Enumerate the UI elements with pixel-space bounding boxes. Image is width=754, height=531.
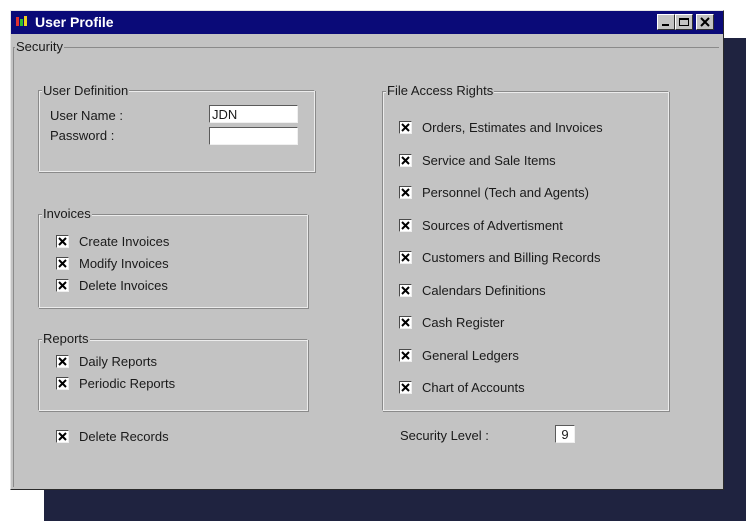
checkbox-label: Sources of Advertisment: [422, 217, 563, 233]
check-mark-icon: [401, 350, 410, 360]
checkbox-label: General Ledgers: [422, 347, 519, 363]
close-icon: [700, 17, 710, 27]
checkbox-label: Customers and Billing Records: [422, 250, 601, 265]
check-mark-icon: [58, 281, 67, 290]
security-level-input[interactable]: [555, 425, 575, 443]
checkbox-label: Cash Register: [422, 315, 505, 330]
checkbox-label: Periodic Reports: [79, 376, 176, 391]
check-mark-icon: [58, 357, 67, 366]
permission-checkbox[interactable]: Daily Reports: [56, 354, 157, 369]
permission-checkbox[interactable]: General Ledgers: [399, 348, 519, 363]
user-definition-label: User Definition: [42, 83, 130, 98]
permission-checkbox[interactable]: Create Invoices: [56, 234, 169, 249]
checkbox-label: Chart of Accounts: [422, 380, 525, 395]
permission-checkbox[interactable]: Service and Sale Items: [399, 153, 556, 168]
reports-label: Reports: [42, 331, 90, 346]
permission-checkbox[interactable]: Cash Register: [399, 315, 504, 330]
user-name-input[interactable]: [209, 105, 298, 123]
check-mark-icon: [401, 155, 410, 165]
checkbox-label: Create Invoices: [79, 234, 170, 249]
minimize-icon: [662, 24, 669, 26]
delete-records-checkbox[interactable]: Delete Records: [56, 429, 169, 444]
check-mark-icon: [401, 220, 410, 230]
permission-checkbox[interactable]: Chart of Accounts: [399, 380, 525, 395]
checkbox-label: Personnel (Tech and Agents): [422, 185, 589, 200]
checkbox-box[interactable]: [56, 355, 69, 368]
checkbox-label: Daily Reports: [79, 354, 158, 369]
check-mark-icon: [58, 432, 67, 441]
checkbox-box[interactable]: [399, 121, 412, 134]
permission-checkbox[interactable]: Modify Invoices: [56, 256, 169, 271]
check-mark-icon: [401, 253, 410, 262]
delete-records-label: Delete Records: [79, 429, 169, 444]
checkbox-box[interactable]: [399, 348, 412, 362]
check-mark-icon: [401, 383, 410, 392]
permission-checkbox[interactable]: Personnel (Tech and Agents): [399, 185, 589, 200]
checkbox-label: Delete Invoices: [79, 278, 168, 293]
password-label: Password :: [50, 128, 115, 143]
app-logo-icon: [15, 15, 29, 29]
checkbox-box[interactable]: [399, 153, 412, 167]
check-mark-icon: [401, 123, 410, 132]
maximize-button[interactable]: [675, 14, 693, 30]
minimize-button[interactable]: [657, 14, 675, 30]
check-mark-icon: [401, 318, 410, 327]
invoices-label: Invoices: [42, 206, 92, 221]
checkbox-box[interactable]: [56, 377, 69, 390]
check-mark-icon: [401, 188, 410, 197]
security-label: Security: [15, 39, 64, 54]
permission-checkbox[interactable]: Delete Invoices: [56, 278, 168, 293]
permission-checkbox[interactable]: Calendars Definitions: [399, 283, 546, 298]
check-mark-icon: [58, 379, 67, 388]
checkbox-label: Modify Invoices: [79, 256, 169, 271]
checkbox-box[interactable]: [56, 257, 69, 270]
user-profile-window: User Profile Security User Definition Us…: [10, 10, 724, 490]
title-bar[interactable]: User Profile: [11, 11, 723, 34]
user-name-label: User Name :: [50, 108, 123, 123]
permission-checkbox[interactable]: Sources of Advertisment: [399, 218, 563, 233]
checkbox-box[interactable]: [56, 430, 69, 443]
checkbox-label: Orders, Estimates and Invoices: [422, 120, 603, 135]
checkbox-label: Service and Sale Items: [422, 152, 556, 168]
reports-group: [38, 339, 308, 411]
permission-checkbox[interactable]: Orders, Estimates and Invoices: [399, 120, 603, 135]
checkbox-box[interactable]: [399, 283, 412, 297]
window-title: User Profile: [35, 14, 114, 30]
checkbox-label: Calendars Definitions: [422, 282, 546, 298]
check-mark-icon: [58, 259, 67, 268]
checkbox-box[interactable]: [56, 235, 69, 248]
permission-checkbox[interactable]: Periodic Reports: [56, 376, 175, 391]
checkbox-box[interactable]: [56, 279, 69, 292]
permission-checkbox[interactable]: Customers and Billing Records: [399, 250, 600, 265]
checkbox-box[interactable]: [399, 381, 412, 394]
security-level-label: Security Level :: [400, 428, 489, 443]
close-button[interactable]: [696, 14, 714, 30]
check-mark-icon: [58, 237, 67, 246]
checkbox-box[interactable]: [399, 218, 412, 232]
checkbox-box[interactable]: [399, 251, 412, 264]
checkbox-box[interactable]: [399, 316, 412, 329]
check-mark-icon: [401, 285, 410, 295]
file-access-label: File Access Rights: [386, 83, 495, 98]
maximize-icon: [679, 18, 689, 26]
checkbox-box[interactable]: [399, 186, 412, 199]
password-input[interactable]: [209, 127, 298, 145]
